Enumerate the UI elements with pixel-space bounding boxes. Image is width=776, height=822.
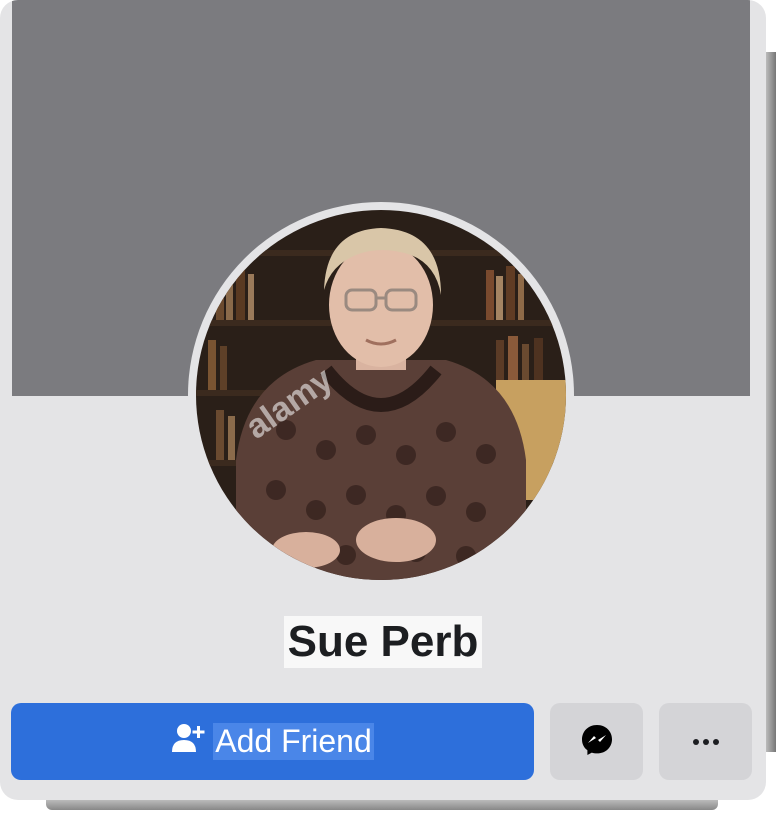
avatar[interactable]: alamy xyxy=(196,210,566,580)
add-friend-button[interactable]: Add Friend xyxy=(11,703,534,780)
avatar-photo: alamy xyxy=(196,210,566,580)
person-plus-icon xyxy=(171,722,205,762)
card-shadow-right xyxy=(766,52,776,752)
message-button[interactable] xyxy=(550,703,643,780)
messenger-icon xyxy=(580,723,614,760)
more-dots-icon xyxy=(692,734,720,749)
more-options-button[interactable] xyxy=(659,703,752,780)
add-friend-label: Add Friend xyxy=(213,723,374,760)
profile-card: alamy Sue Perb Add Friend xyxy=(0,0,766,800)
profile-name-container: Sue Perb xyxy=(0,616,766,672)
profile-name: Sue Perb xyxy=(283,616,483,668)
